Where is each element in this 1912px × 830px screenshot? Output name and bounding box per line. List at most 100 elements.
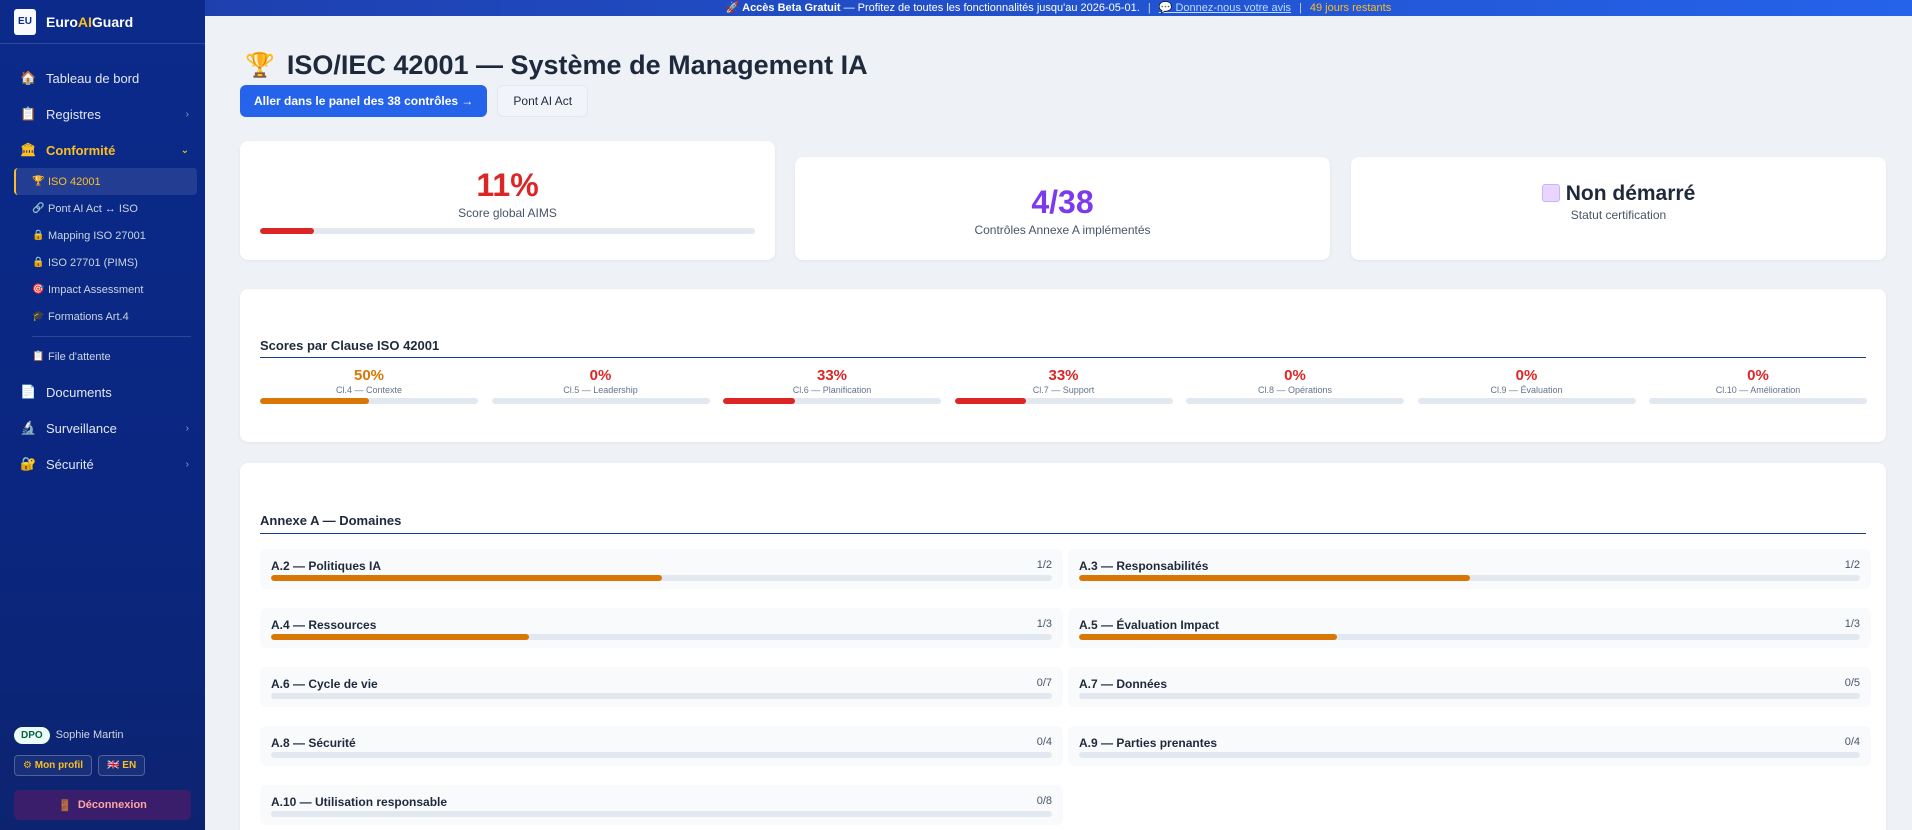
domain-name: A.10 — Utilisation responsable: [271, 795, 448, 809]
domain-progress-fill: [1079, 634, 1337, 640]
sidebar-item-dashboard[interactable]: 🏠 Tableau de bord: [0, 60, 205, 96]
sidebar-subitem-iso42001[interactable]: 🏆 ISO 42001: [14, 168, 197, 195]
domain-count: 1/2: [1844, 559, 1860, 571]
sidebar-item-documents[interactable]: 📄 Documents: [0, 374, 205, 410]
logout-label: Déconnexion: [77, 799, 147, 811]
domain-item[interactable]: A.4 — Ressources 1/3: [260, 608, 1063, 648]
domain-progress-fill: [271, 575, 662, 581]
sidebar-item-label: Conformité: [46, 142, 116, 158]
clause-scores-title: Scores par Clause ISO 42001: [260, 338, 440, 353]
domain-progress: [271, 693, 1052, 699]
sidebar-item-surveillance[interactable]: 🔬 Surveillance ›: [0, 410, 205, 446]
clause-label: Cl.5 — Leadership: [563, 385, 638, 395]
feedback-link[interactable]: 💬 Donnez-nous votre avis: [1159, 0, 1291, 16]
sidebar-subitem-pont-ai-act[interactable]: 🔗 Pont AI Act ↔ ISO: [14, 195, 197, 222]
sidebar-subitem-label: ISO 27701 (PIMS): [48, 256, 138, 269]
sidebar-item-label: Registres: [46, 106, 101, 122]
domain-name: A.5 — Évaluation Impact: [1079, 618, 1220, 632]
domain-item[interactable]: A.8 — Sécurité 0/4: [260, 726, 1063, 766]
domain-item[interactable]: A.7 — Données 0/5: [1068, 667, 1871, 707]
microscope-icon: 🔬: [20, 420, 37, 435]
sidebar-subitem-iso27701[interactable]: 🔒 ISO 27701 (PIMS): [14, 249, 197, 276]
domain-item[interactable]: A.5 — Évaluation Impact 1/3: [1068, 608, 1871, 648]
clause-score: 0% Cl.9 — Évaluation: [1417, 367, 1636, 404]
sidebar-item-registres[interactable]: 📋 Registres ›: [0, 96, 205, 132]
lock-key-icon: 🔐: [20, 456, 37, 471]
sidebar-subitem-label: Formations Art.4: [48, 310, 129, 323]
sidebar-subitem-file-attente[interactable]: 📋 File d'attente: [14, 343, 197, 370]
clause-label: Cl.8 — Opérations: [1257, 385, 1333, 395]
clause-label: Cl.10 — Amélioration: [1715, 385, 1801, 395]
domain-item[interactable]: A.10 — Utilisation responsable 0/8: [260, 785, 1063, 825]
door-icon: 🚪: [58, 799, 72, 812]
domain-progress-fill: [1079, 575, 1470, 581]
clause-label: Cl.9 — Évaluation: [1490, 385, 1563, 395]
sidebar-subitem-formations[interactable]: 🎓 Formations Art.4: [14, 303, 197, 330]
domain-count: 0/4: [1844, 736, 1860, 748]
sidebar-subitem-label: Impact Assessment: [48, 283, 144, 296]
beta-banner: 🚀 Accès Beta Gratuit — Profitez de toute…: [205, 0, 1912, 16]
clause-label: Cl.7 — Support: [1032, 385, 1095, 395]
sidebar-item-label: Surveillance: [46, 420, 117, 436]
clause-score: 0% Cl.8 — Opérations: [1186, 367, 1404, 404]
target-icon: 🎯: [32, 284, 45, 295]
banner-text: 🚀 Accès Beta Gratuit — Profitez de toute…: [725, 2, 1140, 14]
clipboard-icon: 📋: [32, 351, 45, 362]
home-icon: 🏠: [20, 70, 37, 85]
clause-label: Cl.6 — Planification: [792, 385, 872, 395]
sidebar-item-label: Documents: [46, 384, 112, 400]
annex-domains-card: Annexe A — Domaines A.2 — Politiques IA 1…: [240, 463, 1886, 830]
clause-progress: [491, 398, 710, 404]
shield-logo-icon: EU: [14, 8, 36, 35]
clause-percent: 0%: [1515, 367, 1538, 384]
clause-percent: 33%: [1048, 367, 1079, 384]
domain-name: A.2 — Politiques IA: [271, 559, 382, 573]
domain-count: 1/2: [1036, 559, 1052, 571]
clause-score: 33% Cl.7 — Support: [954, 367, 1173, 404]
trophy-icon: 🏆: [32, 176, 45, 187]
clause-percent: 33%: [816, 367, 848, 384]
domain-name: A.4 — Ressources: [271, 618, 377, 632]
certification-card: Non démarré Statut certification: [1351, 157, 1886, 260]
domain-count: 0/4: [1036, 736, 1052, 748]
clause-progress: [1649, 398, 1867, 404]
domain-name: A.7 — Données: [1079, 677, 1168, 691]
domain-progress: [1079, 752, 1860, 758]
language-button[interactable]: 🇬🇧 EN: [98, 755, 146, 776]
domain-progress: [271, 752, 1052, 758]
page-actions: Aller dans le panel des 38 contrôles → P…: [240, 85, 589, 117]
page-title: 🏆 ISO/IEC 42001 — Système de Management …: [245, 50, 868, 81]
logout-button[interactable]: 🚪 Déconnexion: [14, 790, 191, 820]
domain-progress: [271, 575, 1052, 581]
domain-item[interactable]: A.9 — Parties prenantes 0/4: [1068, 726, 1871, 766]
profile-button[interactable]: ⚙ Mon profil: [14, 755, 93, 776]
square-icon: [1541, 184, 1560, 202]
domain-item[interactable]: A.6 — Cycle de vie 0/7: [260, 667, 1063, 707]
controls-panel-button[interactable]: Aller dans le panel des 38 contrôles →: [240, 85, 488, 117]
domain-progress: [271, 811, 1052, 817]
domain-item[interactable]: A.2 — Politiques IA 1/2: [260, 549, 1063, 589]
ai-act-bridge-button[interactable]: Pont AI Act: [497, 85, 589, 117]
page-title-text: ISO/IEC 42001 — Système de Management IA: [286, 50, 868, 80]
clause-progress: [723, 398, 941, 404]
clause-label: Cl.4 — Contexte: [335, 385, 403, 395]
days-remaining: 49 jours restants: [1309, 2, 1392, 14]
clause-score: 50% Cl.4 — Contexte: [260, 367, 478, 404]
section-divider: [260, 533, 1866, 534]
sidebar-item-securite[interactable]: 🔐 Sécurité ›: [0, 446, 205, 482]
brand[interactable]: EU EuroAIGuard: [0, 0, 205, 44]
sidebar-subitem-mapping-27001[interactable]: 🔒 Mapping ISO 27001: [14, 222, 197, 249]
sidebar-user-panel: DPO Sophie Martin ⚙ Mon profil 🇬🇧 EN 🚪 D…: [0, 723, 205, 830]
domain-item[interactable]: A.3 — Responsabilités 1/2: [1068, 549, 1871, 589]
document-icon: 📄: [20, 384, 37, 399]
domain-name: A.8 — Sécurité: [271, 736, 356, 750]
domain-count: 1/3: [1036, 618, 1052, 630]
banner-separator: |: [1147, 2, 1151, 14]
score-progress-fill: [260, 228, 315, 234]
section-divider: [260, 357, 1866, 358]
brand-name: EuroAIGuard: [46, 13, 134, 30]
sidebar-subitem-impact-assessment[interactable]: 🎯 Impact Assessment: [14, 276, 197, 303]
sidebar-item-conformite[interactable]: 🏛 Conformité ⌄: [0, 132, 205, 168]
certification-label: Statut certification: [1570, 208, 1667, 222]
clause-progress-fill: [723, 398, 795, 404]
